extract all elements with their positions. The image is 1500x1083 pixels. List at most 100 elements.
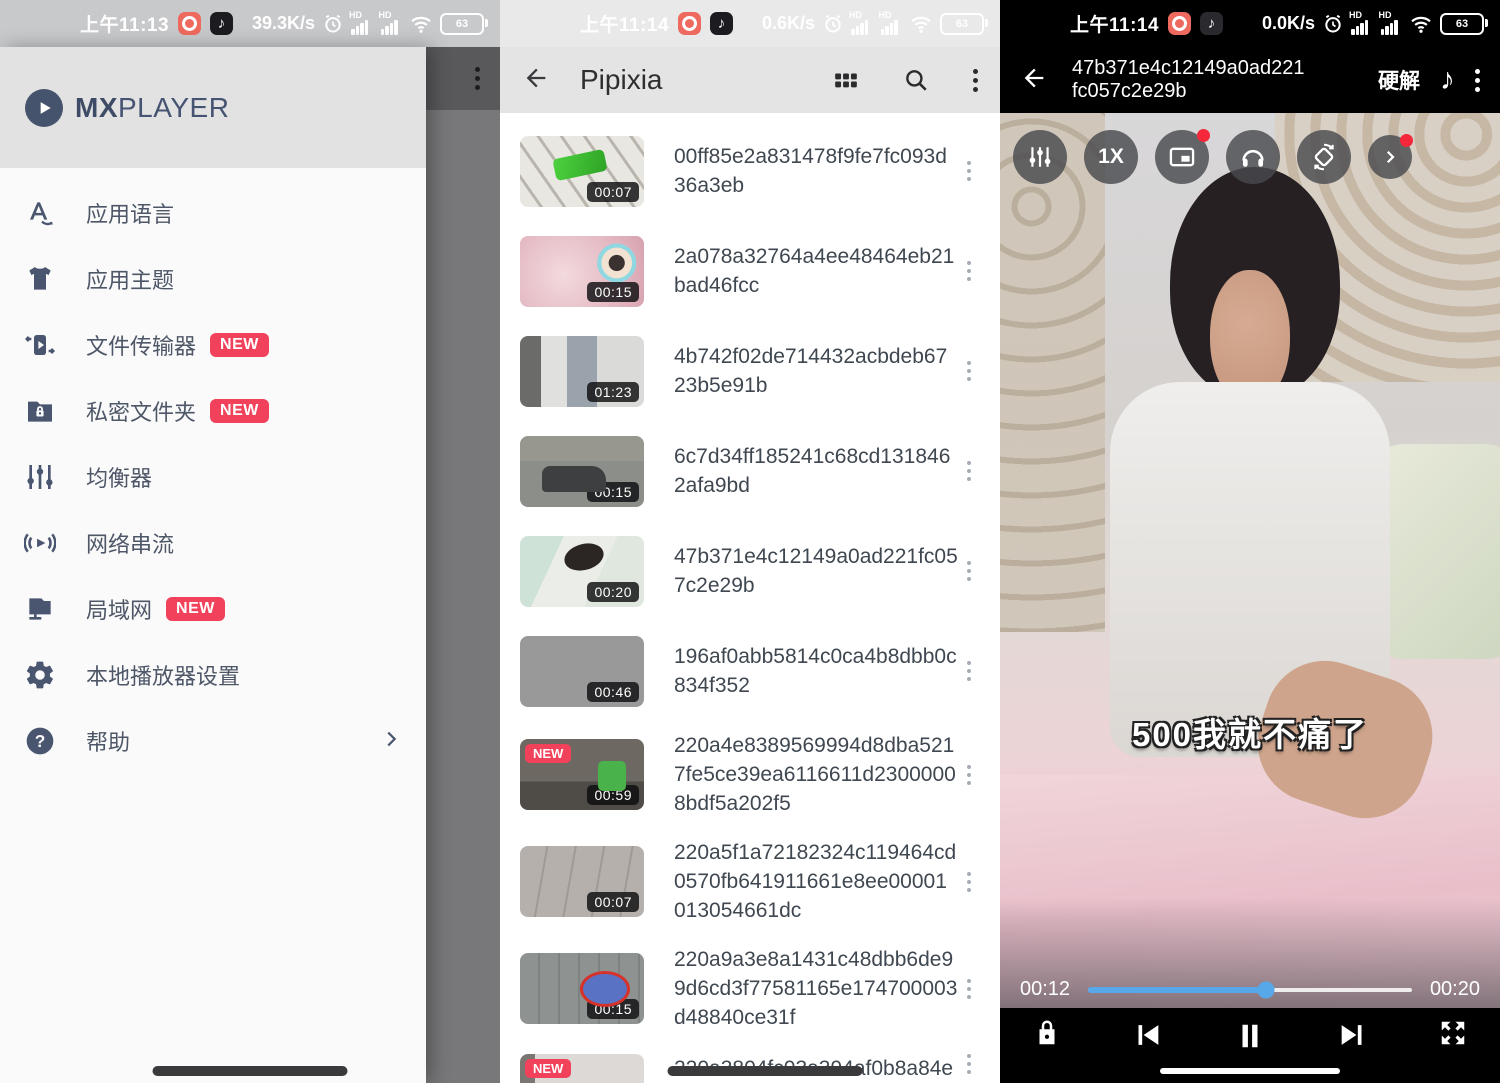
drawer-header: MXPLAYER <box>0 47 426 168</box>
row-overflow-button[interactable] <box>958 979 980 999</box>
video-thumbnail[interactable]: 00:07 <box>520 136 644 207</box>
seek-bar-thumb[interactable] <box>1258 981 1275 998</box>
net-speed: 0.6K/s <box>762 13 815 34</box>
menu-item-help[interactable]: ? 帮助 <box>0 708 426 774</box>
screen-record-icon <box>178 12 201 35</box>
home-indicator[interactable] <box>153 1066 348 1076</box>
row-overflow-button[interactable] <box>958 461 980 481</box>
signal-icon-sim2: HD <box>881 12 903 35</box>
file-row[interactable]: NEW 00:59 220a4e8389569994d8dba5217fe5ce… <box>500 721 1000 828</box>
screen-rotate-button[interactable] <box>1297 130 1351 184</box>
video-file-list[interactable]: 00:07 00ff85e2a831478f9fe7fc093d36a3eb 0… <box>500 113 1000 1083</box>
file-name: 00ff85e2a831478f9fe7fc093d36a3eb <box>674 142 958 200</box>
menu-item-local-player-settings[interactable]: 本地播放器设置 <box>0 642 426 708</box>
row-overflow-button[interactable] <box>958 261 980 281</box>
menu-item-network-stream[interactable]: 网络串流 <box>0 510 426 576</box>
video-thumbnail[interactable]: 00:15 <box>520 236 644 307</box>
list-toolbar: Pipixia <box>500 47 1000 113</box>
lan-icon <box>24 593 56 625</box>
video-frame[interactable]: 1X 500我就不痛了 00:12 <box>1000 113 1500 1008</box>
video-thumbnail[interactable]: 00:20 <box>520 536 644 607</box>
battery-icon: 63 <box>940 13 984 35</box>
row-overflow-button[interactable] <box>958 361 980 381</box>
file-name: 47b371e4c12149a0ad221fc057c2e29b <box>674 542 958 600</box>
video-thumbnail[interactable]: NEW 00:59 <box>520 739 644 810</box>
signal-icon-sim1: HD <box>851 12 873 35</box>
drawer-scrim[interactable] <box>426 47 500 1083</box>
file-row[interactable]: 00:20 47b371e4c12149a0ad221fc057c2e29b <box>500 521 1000 621</box>
audio-track-button[interactable]: ♪ <box>1440 65 1455 95</box>
headphones-button[interactable] <box>1226 130 1280 184</box>
row-overflow-button[interactable] <box>958 561 980 581</box>
brand-light: PLAYER <box>118 92 229 123</box>
overflow-menu-button[interactable] <box>973 69 978 92</box>
file-name: 4b742f02de714432acbdeb6723b5e91b <box>674 342 958 400</box>
row-overflow-button[interactable] <box>958 765 980 785</box>
file-row[interactable]: 00:07 00ff85e2a831478f9fe7fc093d36a3eb <box>500 121 1000 221</box>
file-row[interactable]: NEW 220a3804fc03a394af0b8a84e2 <box>500 1042 1000 1083</box>
video-thumbnail[interactable]: 00:46 <box>520 636 644 707</box>
row-overflow-button[interactable] <box>958 661 980 681</box>
pip-button[interactable] <box>1155 130 1209 184</box>
menu-item-app-theme[interactable]: 应用主题 <box>0 246 426 312</box>
seek-bar-fill <box>1088 987 1266 993</box>
duration-badge: 00:46 <box>587 682 639 702</box>
menu-label: 均衡器 <box>86 461 152 493</box>
more-controls-button[interactable] <box>1368 135 1412 179</box>
duration-badge: 00:07 <box>587 892 639 912</box>
video-thumbnail[interactable]: 00:15 <box>520 953 644 1024</box>
lock-button[interactable] <box>1032 1018 1062 1048</box>
file-row[interactable]: 00:07 220a5f1a72182324c119464cd0570fb641… <box>500 828 1000 935</box>
previous-button[interactable] <box>1130 1018 1164 1052</box>
menu-item-lan[interactable]: 局域网 NEW <box>0 576 426 642</box>
video-thumbnail[interactable]: NEW <box>520 1054 644 1083</box>
fullscreen-button[interactable] <box>1438 1018 1468 1048</box>
battery-percent: 63 <box>956 18 968 30</box>
home-indicator[interactable] <box>1160 1068 1340 1074</box>
pause-button[interactable] <box>1232 1018 1268 1054</box>
duration-badge: 00:07 <box>587 182 639 202</box>
home-indicator[interactable] <box>668 1066 863 1076</box>
menu-label: 网络串流 <box>86 527 174 559</box>
file-row[interactable]: 00:15 220a9a3e8a1431c48dbb6de99d6cd3f775… <box>500 935 1000 1042</box>
wifi-icon <box>410 15 432 33</box>
grid-view-button[interactable] <box>833 67 859 93</box>
net-speed: 0.0K/s <box>1262 13 1315 34</box>
search-button[interactable] <box>903 67 929 93</box>
brand-wordmark: MXPLAYER <box>75 92 229 124</box>
status-time: 上午11:14 <box>580 10 669 37</box>
menu-label: 应用主题 <box>86 263 174 295</box>
seek-bar[interactable] <box>1088 988 1412 992</box>
equalizer-button[interactable] <box>1013 130 1067 184</box>
playback-speed-button[interactable]: 1X <box>1084 130 1138 184</box>
menu-item-equalizer[interactable]: 均衡器 <box>0 444 426 510</box>
battery-percent: 63 <box>456 18 468 30</box>
back-button[interactable] <box>1020 64 1048 97</box>
new-badge: NEW <box>210 399 269 423</box>
row-overflow-button[interactable] <box>958 161 980 181</box>
video-thumbnail[interactable]: 01:23 <box>520 336 644 407</box>
row-overflow-button[interactable] <box>958 1054 980 1074</box>
overflow-menu-button[interactable] <box>1475 69 1480 92</box>
next-button[interactable] <box>1336 1018 1370 1052</box>
screen-record-icon <box>678 12 701 35</box>
back-button[interactable] <box>522 64 550 97</box>
video-thumbnail[interactable]: 00:15 <box>520 436 644 507</box>
file-row[interactable]: 00:46 196af0abb5814c0ca4b8dbb0c834f352 <box>500 621 1000 721</box>
wifi-icon <box>1410 15 1432 33</box>
menu-item-app-language[interactable]: 应用语言 <box>0 180 426 246</box>
translate-icon <box>24 197 56 229</box>
equalizer-icon <box>24 461 56 493</box>
video-thumbnail[interactable]: 00:07 <box>520 846 644 917</box>
hw-decode-button[interactable]: 硬解 <box>1378 65 1420 95</box>
alarm-icon <box>323 14 343 34</box>
file-row[interactable]: 00:15 6c7d34ff185241c68cd1318462afa9bd <box>500 421 1000 521</box>
file-row[interactable]: 01:23 4b742f02de714432acbdeb6723b5e91b <box>500 321 1000 421</box>
file-row[interactable]: 00:15 2a078a32764a4ee48464eb21bad46fcc <box>500 221 1000 321</box>
row-overflow-button[interactable] <box>958 872 980 892</box>
help-icon: ? <box>24 725 56 757</box>
menu-item-file-transfer[interactable]: 文件传输器 NEW <box>0 312 426 378</box>
alarm-icon <box>1323 14 1343 34</box>
battery-percent: 63 <box>1456 18 1468 30</box>
menu-item-private-folder[interactable]: 私密文件夹 NEW <box>0 378 426 444</box>
